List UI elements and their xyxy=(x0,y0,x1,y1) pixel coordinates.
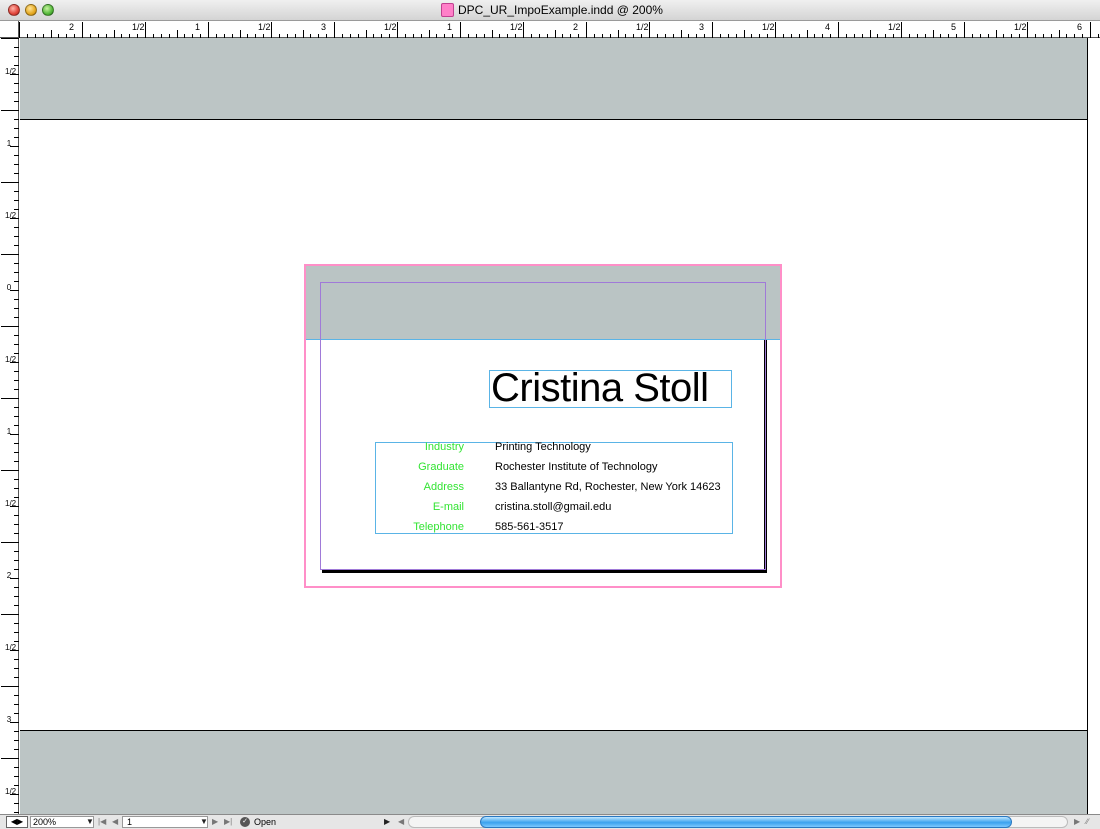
horizontal-ruler-label: 6 xyxy=(1077,22,1083,32)
info-label-telephone: Telephone xyxy=(413,521,464,533)
last-page-icon[interactable]: ▶| xyxy=(224,816,232,828)
info-label-email: E-mail xyxy=(432,501,464,513)
horizontal-ruler-label: 5 xyxy=(951,22,957,32)
zoom-window-button[interactable] xyxy=(42,4,54,16)
info-label-address: Address xyxy=(423,481,464,493)
horizontal-scrollbar-thumb[interactable] xyxy=(480,816,1012,828)
vertical-ruler-label: 1/2 xyxy=(5,211,17,220)
vertical-ruler-label: 1/2 xyxy=(5,643,17,652)
info-value-graduate: Rochester Institute of Technology xyxy=(495,461,658,473)
status-menu-icon[interactable]: ▶ xyxy=(384,816,390,828)
document-status-text: Open xyxy=(254,817,277,827)
close-window-button[interactable] xyxy=(8,4,20,16)
vertical-ruler-label: 2 xyxy=(6,571,12,580)
vertical-ruler-label: 0 xyxy=(6,283,12,292)
resize-grip-icon[interactable]: ∕∕ xyxy=(1086,817,1098,827)
vertical-ruler-label: 1 xyxy=(6,139,12,148)
vertical-ruler-label: 1/2 xyxy=(5,355,17,364)
horizontal-ruler-label: 2 xyxy=(69,22,75,32)
info-value-address: 33 Ballantyne Rd, Rochester, New York 14… xyxy=(495,481,721,493)
scroll-left-icon[interactable]: ◀ xyxy=(398,816,404,828)
navigator-toggle-button[interactable]: ◀▶ xyxy=(6,816,28,828)
page-dropdown-icon[interactable]: ▼ xyxy=(200,816,208,828)
pasteboard-bottom xyxy=(20,730,1087,814)
vertical-ruler-label: 1/2 xyxy=(5,67,17,76)
horizontal-ruler-label: 1/2 xyxy=(384,22,397,32)
vertical-ruler-label: 1/2 xyxy=(5,787,17,796)
info-label-graduate: Graduate xyxy=(418,461,464,473)
page-number-field[interactable]: 1 xyxy=(122,816,208,828)
horizontal-ruler-label: 1/2 xyxy=(1014,22,1027,32)
vertical-ruler-label: 3 xyxy=(6,715,12,724)
horizontal-ruler-label: 1/2 xyxy=(636,22,649,32)
minimize-window-button[interactable] xyxy=(25,4,37,16)
horizontal-ruler-label: 1/2 xyxy=(510,22,523,32)
canvas-right-edge xyxy=(1087,38,1100,814)
info-label-industry: Industry xyxy=(424,441,464,453)
horizontal-ruler-label: 1/2 xyxy=(888,22,901,32)
vertical-ruler-label: 1 xyxy=(6,427,12,436)
horizontal-ruler-label: 1 xyxy=(195,22,201,32)
zoom-dropdown-icon[interactable]: ▼ xyxy=(86,816,94,828)
vertical-ruler-label: 1/2 xyxy=(5,499,17,508)
horizontal-ruler-label: 3 xyxy=(321,22,327,32)
horizontal-ruler-label: 1 xyxy=(447,22,453,32)
card-name-text: Cristina Stoll xyxy=(491,366,709,410)
info-value-email: cristina.stoll@gmail.edu xyxy=(495,501,612,513)
horizontal-ruler-label: 1/2 xyxy=(258,22,271,32)
pasteboard-top xyxy=(20,38,1087,120)
horizontal-ruler-label: 3 xyxy=(699,22,705,32)
preflight-status-icon[interactable]: ✓ xyxy=(240,817,250,827)
zoom-level-field[interactable]: 200% xyxy=(30,816,94,828)
info-value-telephone: 585-561-3517 xyxy=(495,521,564,533)
horizontal-ruler[interactable]: 2 1/2 1 1/2 3 1/2 1 1/2 2 1/2 3 1/2 4 1/2 5 1/2 6 xyxy=(19,21,1100,38)
ruler-origin-corner[interactable] xyxy=(0,21,19,38)
window-title-bar: DPC_UR_ImpoExample.indd @ 200% xyxy=(0,0,1100,21)
next-page-icon[interactable]: ▶ xyxy=(212,816,218,828)
horizontal-ruler-label: 4 xyxy=(825,22,831,32)
previous-page-icon[interactable]: ◀ xyxy=(112,816,118,828)
indesign-document-icon xyxy=(441,3,454,17)
scroll-right-icon[interactable]: ▶ xyxy=(1074,816,1080,828)
vertical-ruler[interactable]: 1/2 1 1/2 0 1/2 1 1/2 2 1/2 3 1/2 xyxy=(0,38,19,814)
horizontal-ruler-ticks xyxy=(19,22,1099,38)
horizontal-ruler-label: 1/2 xyxy=(762,22,775,32)
first-page-icon[interactable]: |◀ xyxy=(98,816,106,828)
info-value-industry: Printing Technology xyxy=(495,441,591,453)
document-status-bar: ◀▶ 200% ▼ |◀ ◀ 1 ▼ ▶ ▶| ✓ Open ▶ ◀ ▶ ∕∕ xyxy=(0,814,1100,829)
window-title: DPC_UR_ImpoExample.indd @ 200% xyxy=(458,3,663,17)
horizontal-ruler-label: 1/2 xyxy=(132,22,145,32)
vertical-ruler-ticks xyxy=(1,38,19,813)
horizontal-ruler-label: 2 xyxy=(573,22,579,32)
